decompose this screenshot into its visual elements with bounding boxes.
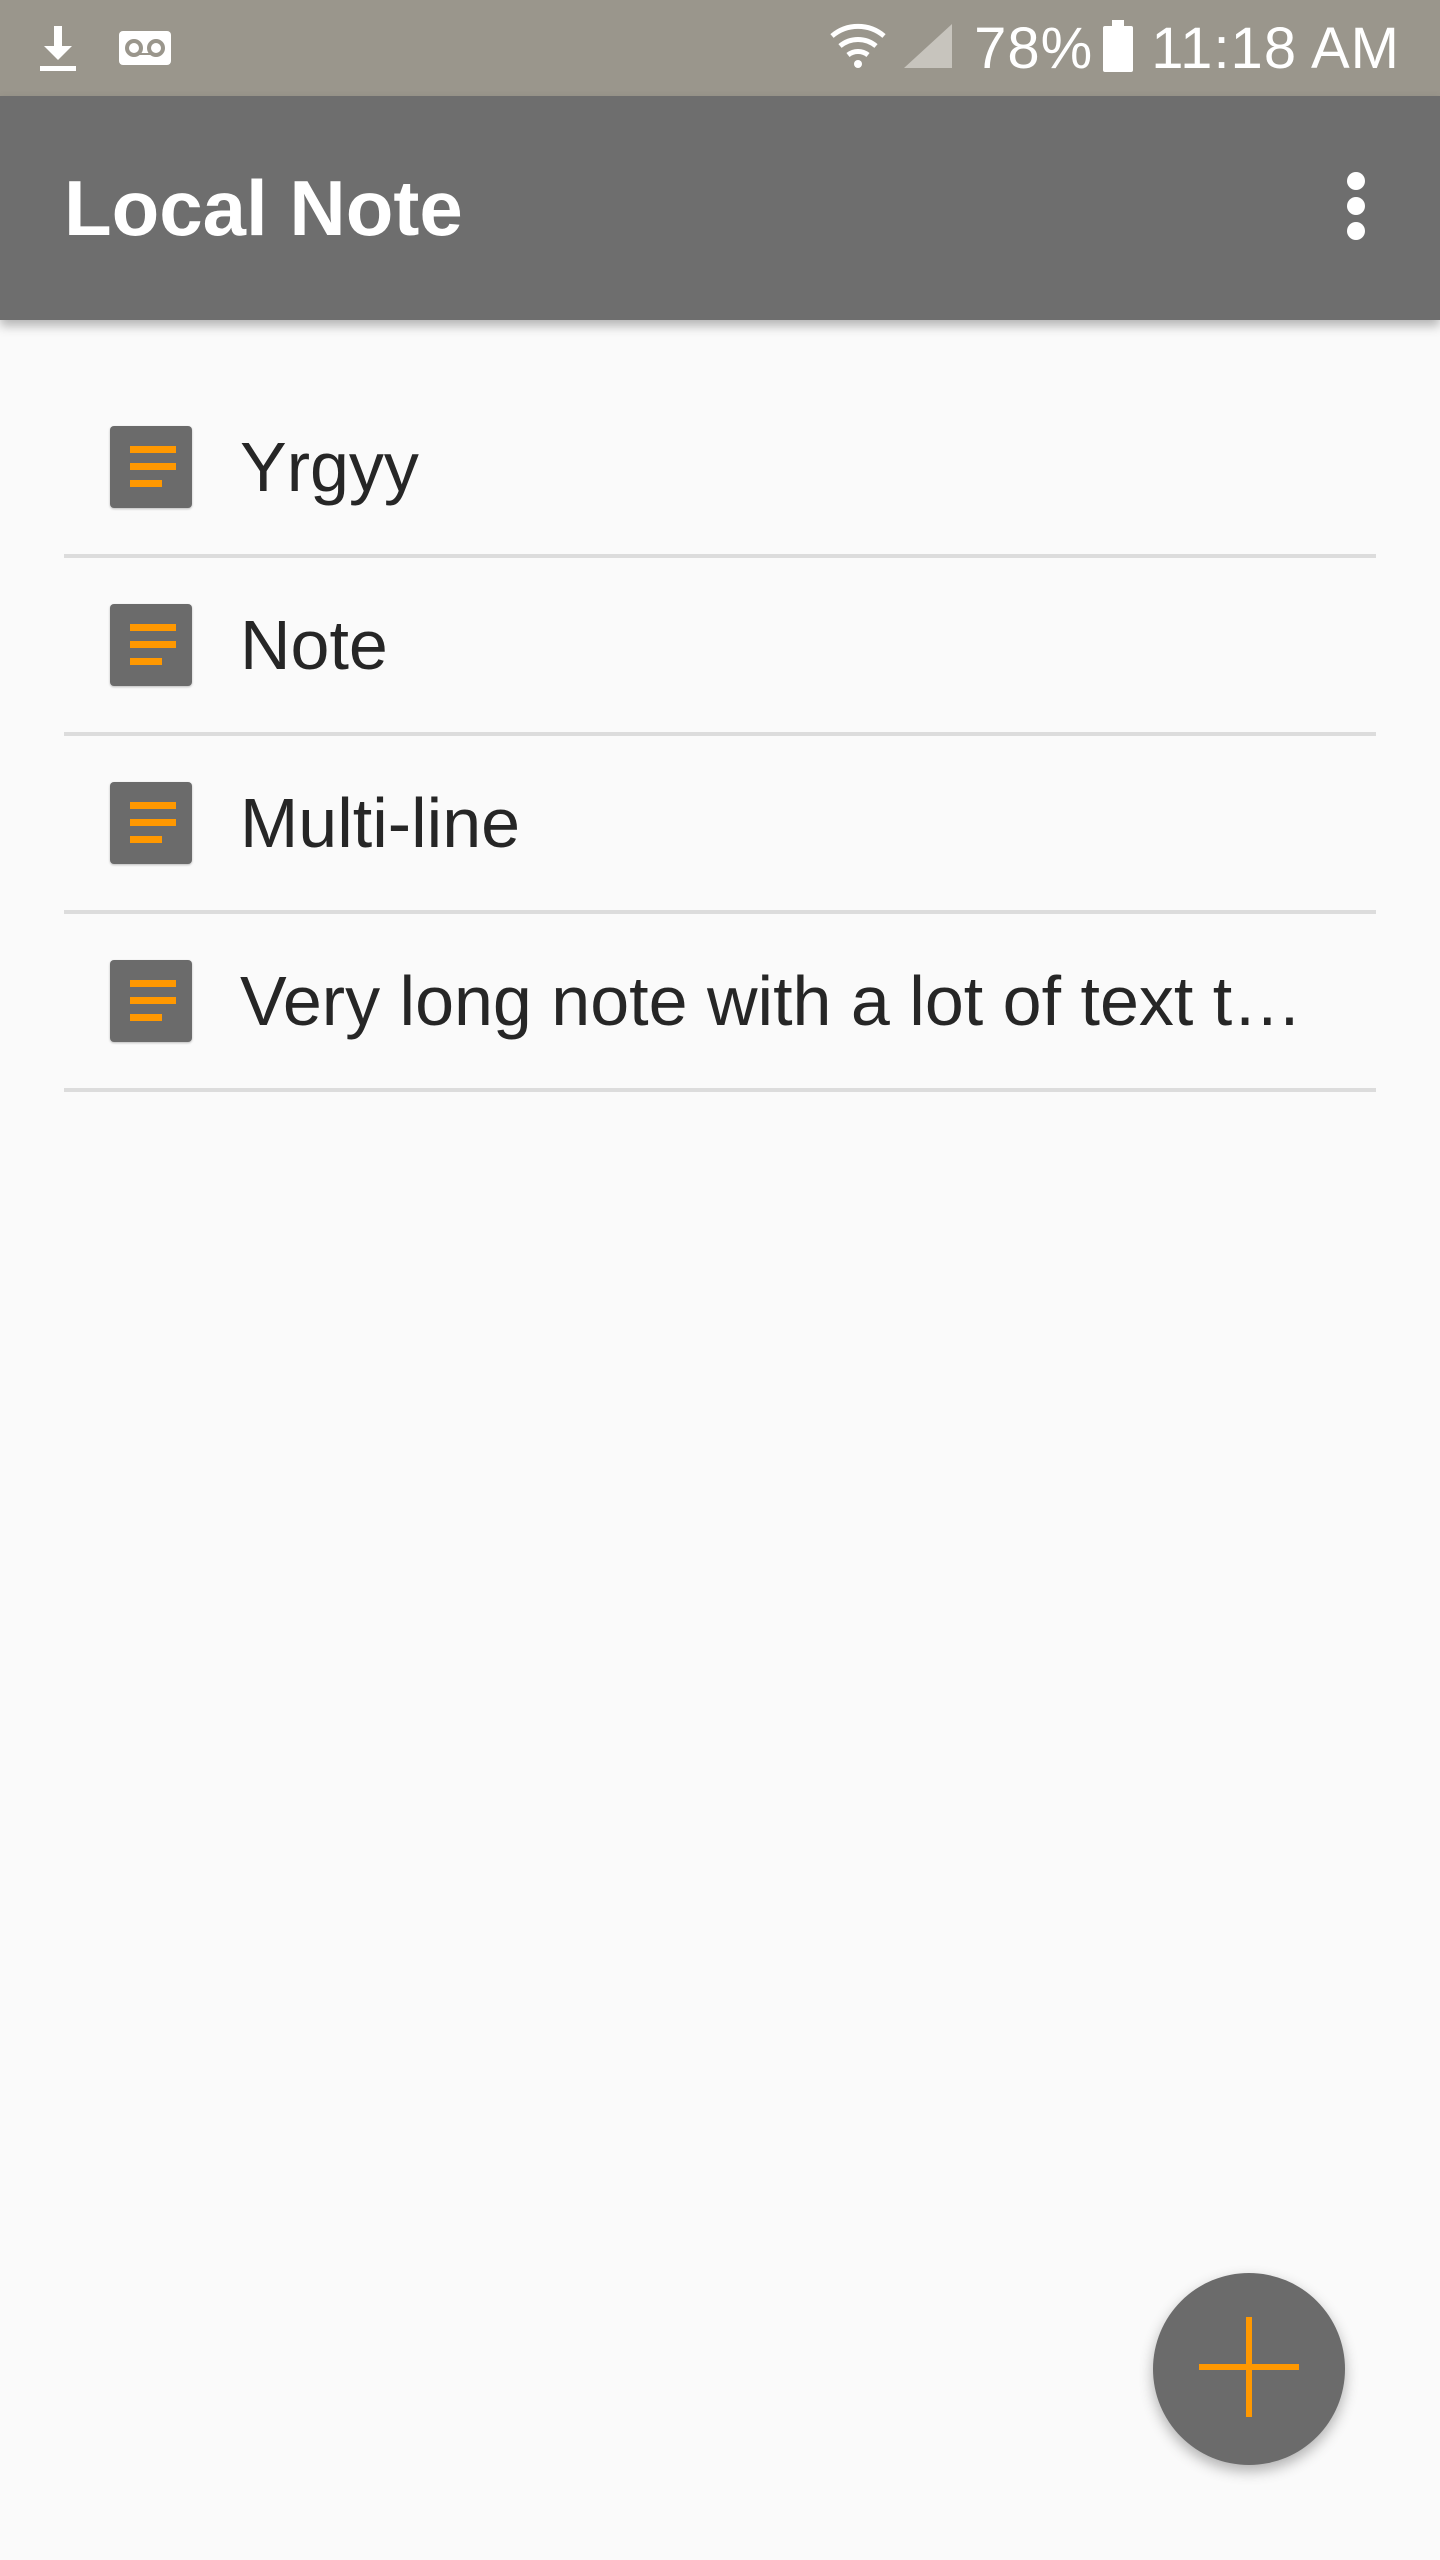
download-icon (36, 22, 80, 79)
note-icon (110, 426, 192, 508)
status-bar: 78% 11:18 AM (0, 0, 1440, 96)
battery-icon (1103, 19, 1134, 77)
add-icon (1199, 2316, 1299, 2422)
more-vert-icon (1344, 171, 1368, 246)
note-title: Very long note with a lot of text t… (240, 962, 1303, 1040)
list-item[interactable]: Very long note with a lot of text t… (64, 914, 1376, 1092)
note-icon (110, 782, 192, 864)
note-title: Yrgyy (240, 428, 419, 506)
status-left-icons (36, 22, 210, 79)
note-title: Multi-line (240, 784, 521, 862)
note-title: Note (240, 606, 388, 684)
list-item[interactable]: Yrgyy (64, 380, 1376, 558)
signal-icon (902, 22, 954, 75)
list-item[interactable]: Note (64, 558, 1376, 736)
voicemail-icon (118, 28, 172, 73)
note-icon (110, 960, 192, 1042)
overflow-menu-button[interactable] (1300, 152, 1412, 264)
list-item[interactable]: Multi-line (64, 736, 1376, 914)
app-bar: Local Note (0, 96, 1440, 320)
add-note-button[interactable] (1153, 2273, 1345, 2465)
note-icon (110, 604, 192, 686)
battery-percent: 78% (974, 15, 1094, 81)
app-title: Local Note (64, 164, 463, 252)
clock: 11:18 AM (1151, 15, 1400, 81)
status-right-icons: 78% 11:18 AM (828, 0, 1400, 96)
note-list: Yrgyy Note Multi-line Very long note wit… (64, 380, 1376, 1092)
wifi-icon (828, 22, 888, 75)
screen: 78% 11:18 AM Local Note Yrgyy Note Multi… (0, 0, 1440, 2560)
